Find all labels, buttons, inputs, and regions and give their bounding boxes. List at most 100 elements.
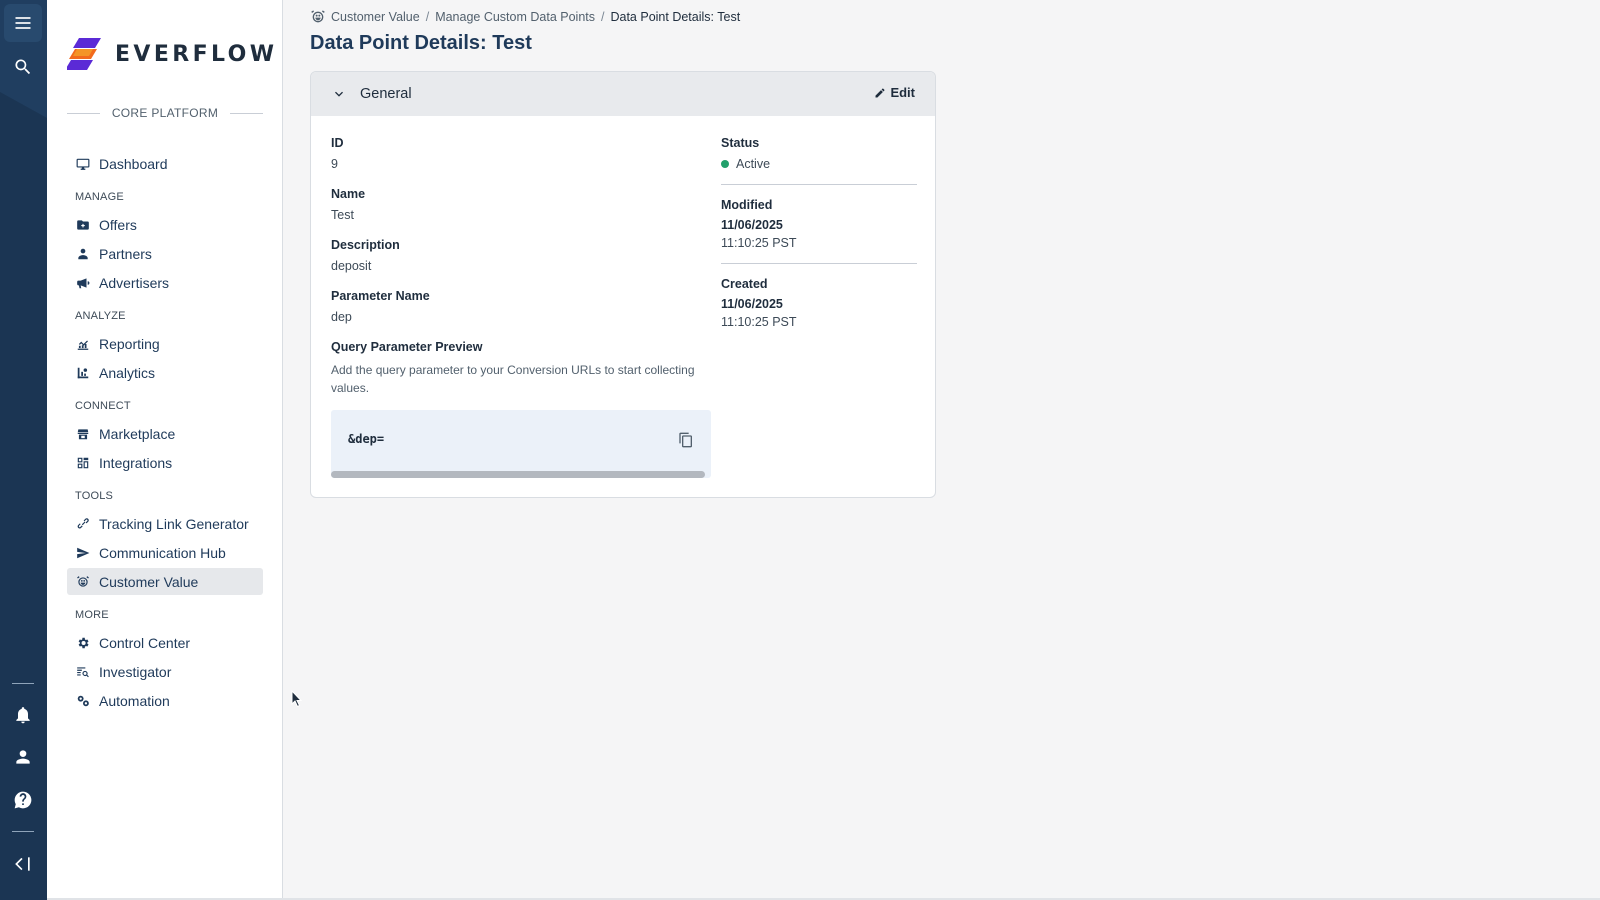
sidebar-item-reporting[interactable]: Reporting — [67, 330, 263, 357]
modified-date: 11/06/2025 — [721, 218, 783, 232]
field-label: Parameter Name — [331, 289, 430, 303]
field-label: Created — [721, 277, 768, 291]
horizontal-scrollbar[interactable] — [331, 471, 705, 478]
collapse-sidebar-button[interactable] — [4, 845, 42, 883]
gear-icon — [78, 637, 89, 648]
analytics-icon — [77, 367, 89, 378]
send-icon — [77, 547, 90, 558]
integrations-icon — [77, 457, 89, 468]
sidebar-item-label: Integrations — [99, 454, 173, 471]
platform-name: CORE PLATFORM — [111, 106, 219, 120]
sidebar-item-communication-hub[interactable]: Communication Hub — [67, 539, 263, 566]
field-value: Test — [331, 208, 354, 222]
details-right-column: Status Active Modified 11/06/2025 11:10:… — [721, 136, 917, 329]
sidebar-item-customer-value[interactable]: Customer Value — [67, 568, 263, 595]
breadcrumb-manage-custom-data-points[interactable]: Manage Custom Data Points — [435, 10, 595, 24]
field-label: ID — [331, 136, 344, 150]
bell-icon — [16, 707, 30, 724]
link-icon — [77, 517, 89, 529]
section-manage: MANAGE — [75, 191, 124, 203]
section-more: MORE — [75, 609, 109, 621]
section-tools: TOOLS — [75, 490, 114, 502]
help-button[interactable] — [4, 781, 42, 819]
sidebar-item-integrations[interactable]: Integrations — [67, 449, 263, 476]
store-icon — [77, 428, 89, 439]
breadcrumb-customer-value[interactable]: Customer Value — [331, 10, 420, 24]
rail-divider — [12, 683, 34, 684]
automation-gears-icon — [77, 695, 89, 706]
sidebar-item-analytics[interactable]: Analytics — [67, 359, 263, 386]
pencil-icon — [875, 88, 885, 97]
query-parameter-code[interactable]: &dep= — [348, 432, 384, 446]
sidebar-item-label: Customer Value — [99, 573, 199, 590]
card-title: General — [360, 86, 412, 102]
divider — [721, 263, 917, 264]
field-label: Modified — [721, 198, 773, 212]
sidebar-item-offers[interactable]: Offers — [67, 211, 263, 238]
left-rail — [0, 0, 47, 900]
reporting-icon — [77, 340, 89, 350]
user-icon — [16, 750, 30, 764]
field-value: dep — [331, 310, 352, 324]
everflow-logo-icon — [67, 38, 101, 70]
copy-icon[interactable] — [678, 432, 694, 448]
sidebar-item-label: Control Center — [99, 634, 191, 651]
sidebar-item-investigator[interactable]: Investigator — [67, 658, 263, 685]
menu-button[interactable] — [4, 4, 42, 42]
created-time: 11:10:25 PST — [721, 315, 797, 329]
field-label: Description — [331, 238, 400, 252]
menu-icon — [15, 17, 31, 29]
field-name: Name Test — [331, 187, 711, 238]
breadcrumb-current: Data Point Details: Test — [610, 10, 741, 24]
sidebar-item-automation[interactable]: Automation — [67, 687, 263, 714]
everflow-logo[interactable]: EVERFLOW — [67, 36, 277, 72]
sidebar-nav: Dashboard MANAGE Offers Partners Adverti… — [67, 150, 263, 716]
sidebar-item-label: Offers — [99, 216, 137, 233]
sidebar-item-label: Reporting — [99, 335, 160, 352]
status-badge: Active — [721, 157, 917, 171]
main-content: Customer Value / Manage Custom Data Poin… — [283, 0, 1600, 900]
sidebar-item-label: Dashboard — [99, 155, 168, 172]
chevron-down-icon[interactable] — [331, 86, 347, 102]
sidebar-item-tracking-link-generator[interactable]: Tracking Link Generator — [67, 510, 263, 537]
partner-icon — [78, 248, 88, 259]
page-title: Data Point Details: Test — [310, 32, 532, 54]
status-value: Active — [736, 157, 771, 171]
preview-help-text: Add the query parameter to your Conversi… — [331, 363, 695, 395]
status-dot — [721, 160, 729, 168]
modified-time: 11:10:25 PST — [721, 236, 797, 250]
field-label: Query Parameter Preview — [331, 340, 483, 354]
field-status: Status Active — [721, 136, 917, 171]
account-button[interactable] — [4, 738, 42, 776]
megaphone-icon — [77, 277, 90, 288]
offers-folder-icon — [77, 219, 89, 230]
search-icon — [15, 59, 31, 75]
sidebar-item-dashboard[interactable]: Dashboard — [67, 150, 263, 177]
customer-value-icon — [77, 575, 89, 587]
field-id: ID 9 — [331, 136, 711, 187]
sidebar-item-control-center[interactable]: Control Center — [67, 629, 263, 656]
search-button[interactable] — [4, 48, 42, 86]
sidebar-item-partners[interactable]: Partners — [67, 240, 263, 267]
edit-label: Edit — [890, 85, 915, 100]
customer-value-icon — [311, 10, 325, 23]
field-parameter-name: Parameter Name dep — [331, 289, 711, 340]
field-query-parameter-preview: Query Parameter Preview Add the query pa… — [331, 340, 711, 397]
monitor-icon — [76, 158, 90, 170]
breadcrumb-separator: / — [425, 10, 430, 24]
field-modified: Modified 11/06/2025 11:10:25 PST — [721, 198, 917, 250]
edit-button[interactable]: Edit — [874, 85, 915, 100]
sidebar-item-label: Communication Hub — [99, 544, 226, 561]
field-created: Created 11/06/2025 11:10:25 PST — [721, 277, 917, 329]
sidebar-item-advertisers[interactable]: Advertisers — [67, 269, 263, 296]
section-connect: CONNECT — [75, 400, 131, 412]
field-label: Status — [721, 136, 760, 150]
sidebar-item-label: Marketplace — [99, 425, 176, 442]
divider — [721, 184, 917, 185]
brand-name: EVERFLOW — [115, 41, 278, 67]
general-card: General Edit ID 9 Name Test Description … — [310, 71, 936, 498]
notifications-button[interactable] — [4, 696, 42, 734]
field-value: deposit — [331, 259, 372, 273]
sidebar-item-marketplace[interactable]: Marketplace — [67, 420, 263, 447]
breadcrumb-separator: / — [601, 10, 605, 24]
